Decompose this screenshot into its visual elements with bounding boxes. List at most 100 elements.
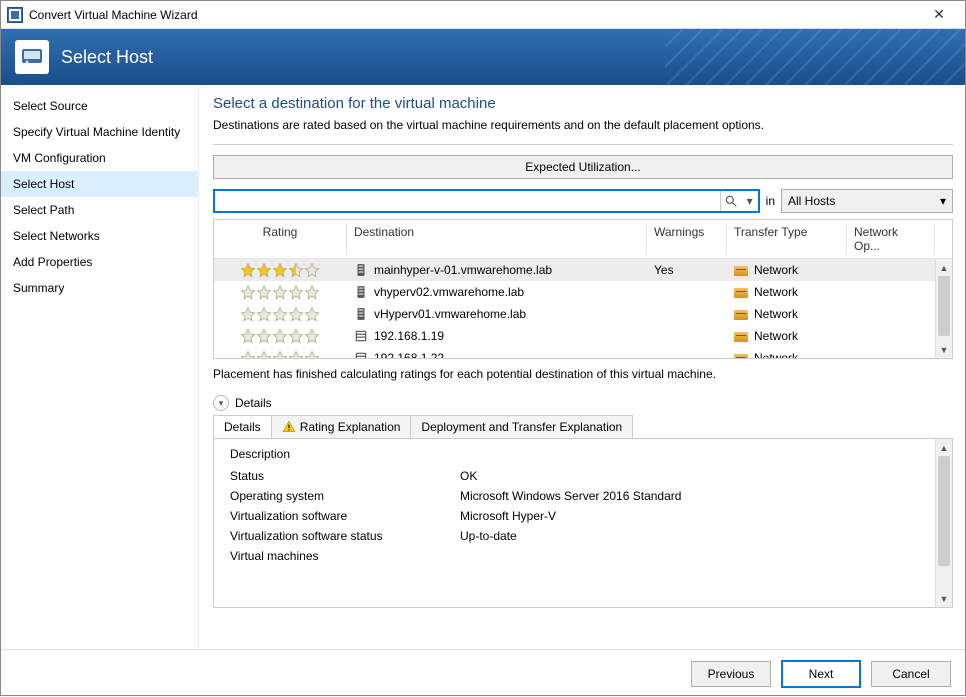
detail-row: StatusOK [230,469,918,483]
tab-deployment-transfer[interactable]: Deployment and Transfer Explanation [410,415,633,438]
detail-key: Virtual machines [230,549,460,563]
scroll-thumb[interactable] [938,276,950,336]
network-icon [734,266,748,276]
col-network-op[interactable]: Network Op... [846,220,934,258]
details-tabs: Details Rating Explanation Deployment an… [213,415,953,438]
search-input[interactable] [215,191,720,211]
destination-cell: vHyperv01.vmwarehome.lab [346,307,646,322]
nav-select-host[interactable]: Select Host [1,171,198,197]
col-transfer-type[interactable]: Transfer Type [726,220,846,258]
transfer-cell: Network [726,351,846,358]
table-row[interactable]: 192.168.1.19 Network [214,325,952,347]
titlebar: Convert Virtual Machine Wizard ✕ [1,1,965,29]
detail-value: OK [460,469,918,483]
network-icon [734,332,748,342]
host-table: Rating Destination Warnings Transfer Typ… [213,219,953,359]
search-icon[interactable] [720,191,742,211]
col-destination[interactable]: Destination [346,220,646,258]
destination-cell: vhyperv02.vmwarehome.lab [346,285,646,300]
wizard-nav: Select Source Specify Virtual Machine Id… [1,85,199,649]
detail-row: Virtualization software statusUp-to-date [230,529,918,543]
divider [213,144,953,145]
wizard-footer: Previous Next Cancel [1,649,965,697]
banner: Select Host [1,29,965,85]
banner-heading: Select Host [61,47,153,68]
placement-status: Placement has finished calculating ratin… [213,367,953,381]
destination-cell: 192.168.1.19 [346,329,646,344]
destination-cell: mainhyper-v-01.vmwarehome.lab [346,263,646,278]
transfer-cell: Network [726,329,846,343]
nav-select-source[interactable]: Select Source [1,93,198,119]
transfer-cell: Network [726,263,846,277]
nav-select-networks[interactable]: Select Networks [1,223,198,249]
previous-button[interactable]: Previous [691,661,771,687]
table-row[interactable]: 192.168.1.22 Network [214,347,952,358]
nav-vm-configuration[interactable]: VM Configuration [1,145,198,171]
network-icon [734,310,748,320]
scroll-up-icon[interactable]: ▲ [936,439,952,456]
col-rating[interactable]: Rating [214,220,346,258]
details-toggle[interactable]: ▾ [213,395,229,411]
destination-cell: 192.168.1.22 [346,351,646,358]
detail-value: Microsoft Windows Server 2016 Standard [460,489,918,503]
search-options-dropdown[interactable]: ▾ [742,191,758,211]
detail-key: Virtualization software [230,509,460,523]
search-box[interactable]: ▾ [213,189,760,213]
details-description-header: Description [230,447,918,461]
warning-icon [282,420,296,434]
window-title: Convert Virtual Machine Wizard [29,8,919,22]
table-scrollbar[interactable]: ▲ ▼ [935,259,952,358]
next-button[interactable]: Next [781,660,861,688]
tab-rating-explanation[interactable]: Rating Explanation [271,415,412,438]
window-close-button[interactable]: ✕ [919,6,959,23]
details-label: Details [235,396,272,410]
detail-key: Operating system [230,489,460,503]
detail-row: Virtual machines [230,549,918,563]
detail-value: Microsoft Hyper-V [460,509,918,523]
table-row[interactable]: mainhyper-v-01.vmwarehome.labYesNetwork [214,259,952,281]
detail-row: Virtualization softwareMicrosoft Hyper-V [230,509,918,523]
detail-key: Status [230,469,460,483]
col-scrollbar-spacer [934,220,952,258]
app-icon [7,7,23,23]
rating-stars [222,350,338,358]
host-scope-value: All Hosts [788,194,835,208]
expected-utilization-button[interactable]: Expected Utilization... [213,155,953,179]
transfer-cell: Network [726,307,846,321]
table-body: mainhyper-v-01.vmwarehome.labYesNetworkv… [214,259,952,358]
nav-summary[interactable]: Summary [1,275,198,301]
scroll-down-icon[interactable]: ▼ [936,590,952,607]
detail-key: Virtualization software status [230,529,460,543]
host-scope-select[interactable]: All Hosts ▾ [781,189,953,213]
page-subtitle: Destinations are rated based on the virt… [213,118,953,132]
detail-value: Up-to-date [460,529,918,543]
library-icon [354,351,368,358]
rating-stars [222,306,338,322]
table-row[interactable]: vHyperv01.vmwarehome.lab Network [214,303,952,325]
library-icon [354,329,368,343]
table-header: Rating Destination Warnings Transfer Typ… [214,220,952,259]
details-scrollbar[interactable]: ▲ ▼ [935,439,952,607]
network-icon [734,354,748,358]
cancel-button[interactable]: Cancel [871,661,951,687]
table-row[interactable]: vhyperv02.vmwarehome.labNetwork [214,281,952,303]
nav-specify-vm-identity[interactable]: Specify Virtual Machine Identity [1,119,198,145]
network-icon [734,288,748,298]
server-icon [354,285,368,299]
server-icon [354,263,368,277]
details-panel: Description StatusOKOperating systemMicr… [213,438,953,608]
scroll-thumb[interactable] [938,456,950,566]
scroll-up-icon[interactable]: ▲ [936,259,952,276]
col-warnings[interactable]: Warnings [646,220,726,258]
warnings-cell: Yes [646,263,726,277]
in-label: in [766,194,775,208]
rating-stars [222,284,338,300]
detail-value [460,549,918,563]
scroll-down-icon[interactable]: ▼ [936,341,952,358]
chevron-down-icon: ▾ [940,194,946,208]
nav-add-properties[interactable]: Add Properties [1,249,198,275]
rating-stars [222,262,338,278]
tab-details[interactable]: Details [213,415,272,438]
nav-select-path[interactable]: Select Path [1,197,198,223]
detail-row: Operating systemMicrosoft Windows Server… [230,489,918,503]
